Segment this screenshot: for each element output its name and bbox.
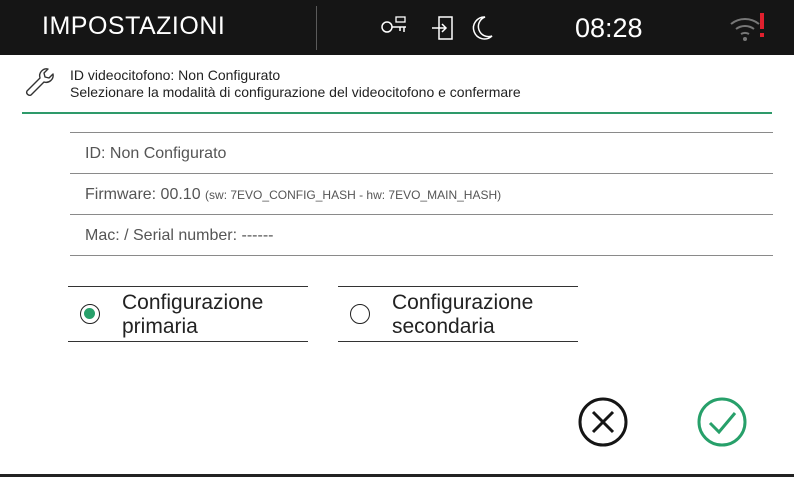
radio-primary[interactable] [80, 304, 100, 324]
header-accent-line [22, 112, 772, 114]
info-row-mac: Mac: / Serial number: ------ [70, 214, 773, 255]
clock-time: 08:28 [575, 13, 643, 43]
radio-secondary[interactable] [350, 304, 370, 324]
page-title: IMPOSTAZIONI [42, 12, 226, 40]
option-secondary-label: Configurazione secondaria [392, 291, 533, 339]
option-secondary[interactable]: Configurazione secondaria [338, 286, 578, 342]
option-primary-line2: primaria [122, 315, 198, 338]
option-primary[interactable]: Configurazione primaria [68, 286, 308, 342]
instruction-text: Selezionare la modalità di configurazion… [70, 84, 521, 100]
wifi-alert-icon[interactable] [728, 10, 770, 44]
wrench-icon [26, 68, 54, 96]
option-primary-line1: Configurazione [122, 291, 264, 314]
option-secondary-line2: secondaria [392, 315, 495, 338]
option-primary-label: Configurazione primaria [122, 291, 263, 339]
info-mac-text: Mac: / Serial number: ------ [85, 227, 274, 244]
key-icon[interactable] [380, 14, 410, 40]
info-bottom-divider [70, 255, 773, 256]
cancel-button[interactable] [577, 396, 629, 448]
firmware-version: Firmware: 00.10 [85, 186, 201, 203]
device-id-label: ID videocitofono: Non Configurato [70, 67, 281, 83]
option-secondary-line1: Configurazione [392, 291, 534, 314]
info-row-firmware: Firmware: 00.10 (sw: 7EVO_CONFIG_HASH - … [70, 173, 773, 214]
top-bar-divider [316, 6, 317, 50]
info-firmware-text: Firmware: 00.10 (sw: 7EVO_CONFIG_HASH - … [85, 186, 501, 204]
moon-icon[interactable] [470, 14, 496, 42]
firmware-detail: (sw: 7EVO_CONFIG_HASH - hw: 7EVO_MAIN_HA… [205, 188, 502, 202]
confirm-button[interactable] [696, 396, 748, 448]
top-bar: IMPOSTAZIONI 08:28 [0, 0, 794, 55]
info-id-text: ID: Non Configurato [85, 145, 227, 162]
info-row-id: ID: Non Configurato [70, 132, 773, 173]
door-exit-icon[interactable] [430, 14, 456, 42]
